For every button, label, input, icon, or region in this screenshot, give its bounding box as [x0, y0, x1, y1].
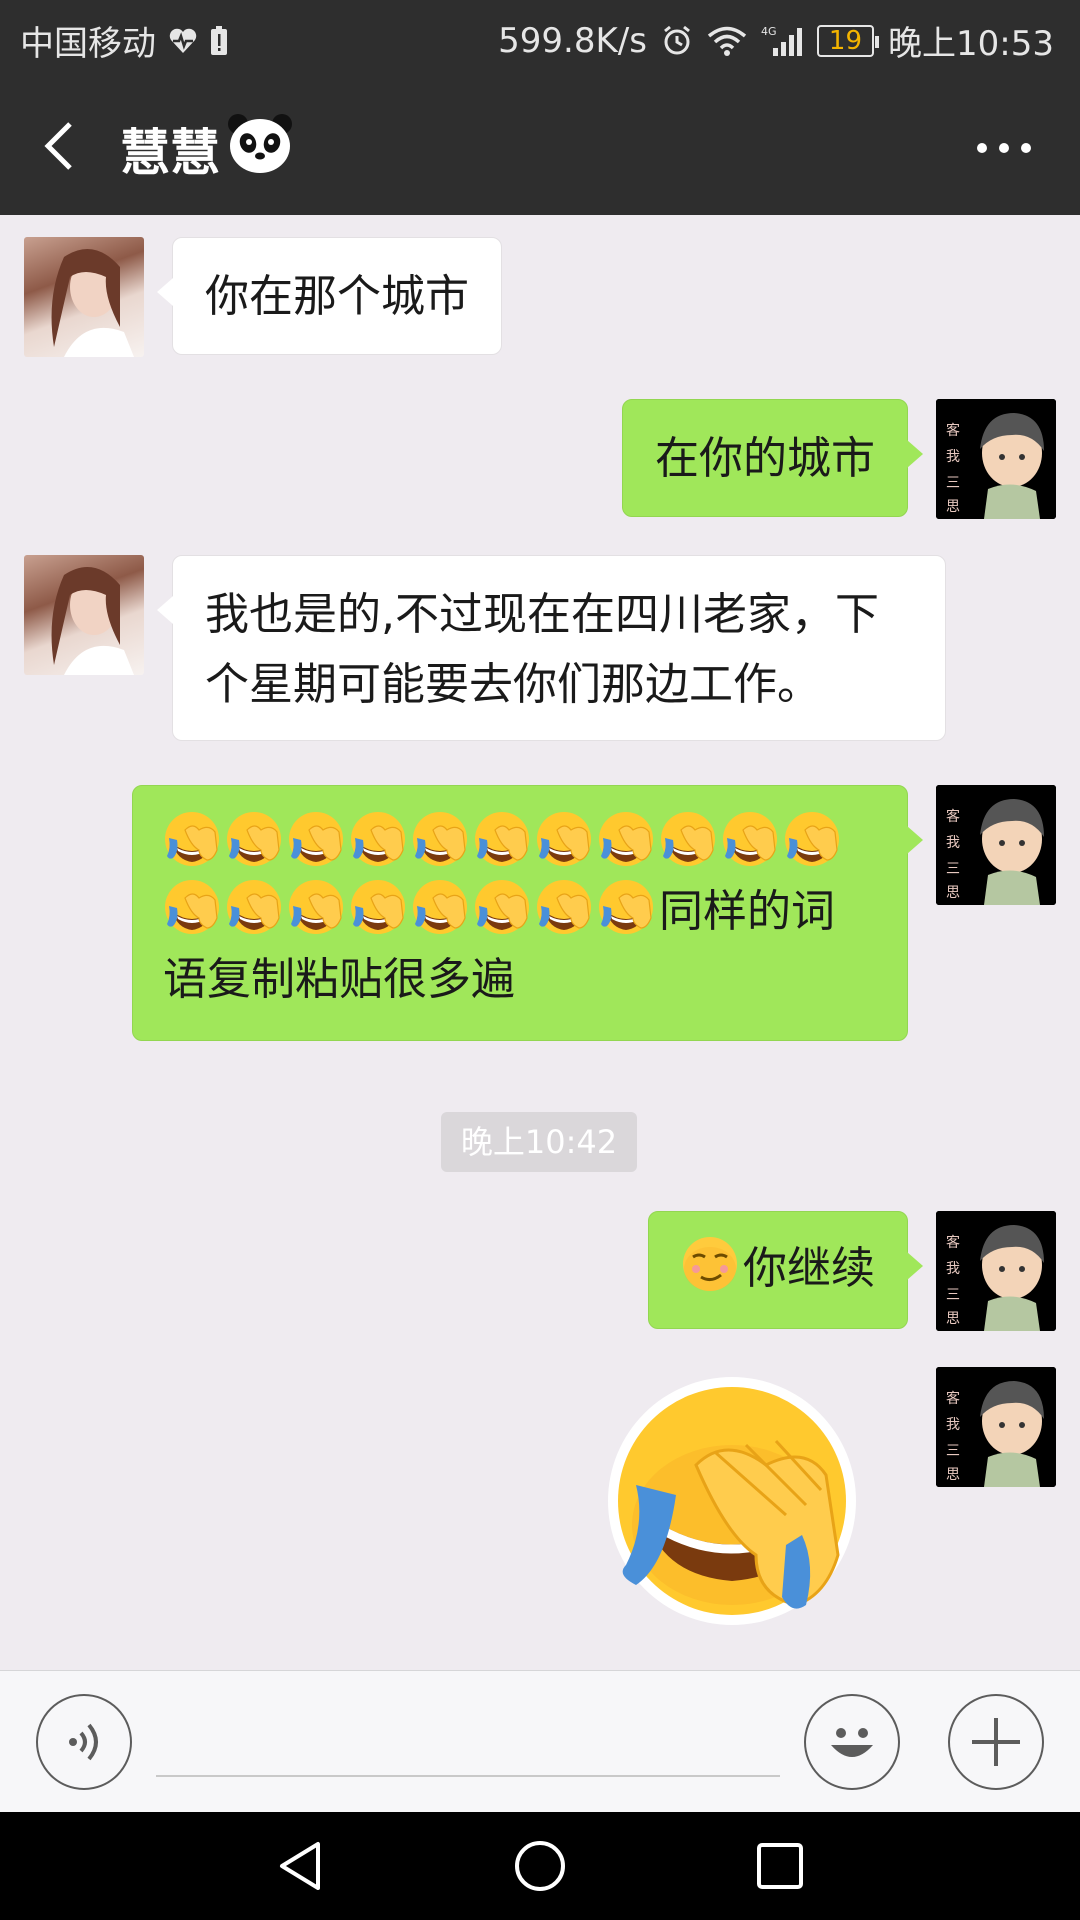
facepalm-laugh-icon: [597, 810, 655, 868]
facepalm-laugh-icon: [287, 810, 345, 868]
svg-text:4G: 4G: [761, 25, 777, 38]
nav-recent-icon: [757, 1843, 803, 1889]
voice-icon: [69, 1723, 98, 1761]
facepalm-laugh-icon: [597, 878, 655, 936]
facepalm-laugh-icon: [349, 810, 407, 868]
message-input[interactable]: [156, 1711, 780, 1777]
message-bubble-outgoing[interactable]: 你继续: [648, 1211, 923, 1329]
svg-text:思: 思: [946, 885, 960, 901]
svg-text:三: 三: [946, 1443, 960, 1459]
chat-header: 慧慧: [0, 76, 1080, 215]
message-bubble-outgoing[interactable]: 同样的词语复制粘贴很多遍: [132, 785, 923, 1041]
chat-messages[interactable]: 你在那个城市 在你的城市 客我三思 我也是的,不过现在在四川老家，下个星期可能要…: [0, 215, 1080, 1670]
facepalm-laugh-icon: [287, 878, 345, 936]
smiley-icon: [831, 1728, 873, 1757]
contact-avatar[interactable]: [24, 555, 144, 675]
facepalm-laugh-icon: [473, 878, 531, 936]
heart-rate-icon: [168, 27, 198, 55]
plus-icon: [972, 1718, 1020, 1766]
message-text: 在你的城市: [655, 433, 875, 484]
nav-home-button[interactable]: [510, 1836, 570, 1896]
wifi-icon: [707, 25, 747, 57]
plus-button[interactable]: [948, 1694, 1044, 1790]
nav-back-button[interactable]: [272, 1836, 332, 1896]
battery-level: 19: [816, 24, 880, 57]
message-timestamp: 晚上10:42: [441, 1112, 637, 1172]
facepalm-laugh-icon: [659, 810, 717, 868]
more-options-button[interactable]: [964, 120, 1044, 176]
facepalm-laugh-icon: [411, 878, 469, 936]
message-input-bar: [0, 1670, 1080, 1812]
facepalm-laugh-icon: [535, 810, 593, 868]
facepalm-laugh-icon: [225, 810, 283, 868]
svg-text:三: 三: [946, 475, 960, 491]
facepalm-laugh-icon: [473, 810, 531, 868]
facepalm-laugh-icon: [721, 810, 779, 868]
panda-icon: [226, 112, 294, 186]
smirk-icon: [681, 1235, 739, 1293]
clock: 晚上10:53: [888, 24, 1054, 64]
facepalm-laugh-icon: [163, 878, 221, 936]
facepalm-laugh-icon: [535, 878, 593, 936]
page-title: 慧慧: [120, 112, 294, 186]
carrier-name: 中国移动: [20, 24, 156, 64]
facepalm-laugh-icon: [411, 810, 469, 868]
more-dots-icon: [999, 143, 1009, 153]
facepalm-laugh-icon: [163, 810, 221, 868]
alarm-icon: [661, 25, 693, 57]
more-dots-icon: [977, 143, 987, 153]
facepalm-sticker-icon: [608, 1377, 856, 1625]
contact-name: 慧慧: [120, 124, 220, 182]
facepalm-laugh-icon: [783, 810, 841, 868]
message-text: 你在那个城市: [205, 271, 469, 322]
message-bubble-outgoing[interactable]: 在你的城市: [622, 399, 923, 517]
voice-button[interactable]: [36, 1694, 132, 1790]
contact-avatar[interactable]: [24, 237, 144, 357]
svg-text:三: 三: [946, 861, 960, 877]
svg-text:客: 客: [946, 808, 960, 825]
network-speed: 599.8K/s: [498, 20, 647, 61]
svg-text:思: 思: [946, 1467, 960, 1483]
svg-text:思: 思: [946, 1311, 960, 1327]
nav-back-icon: [280, 1842, 320, 1890]
emoji-button[interactable]: [804, 1694, 900, 1790]
my-avatar[interactable]: 客我三思: [936, 1211, 1056, 1331]
alert-battery-icon: [210, 25, 228, 56]
svg-text:客: 客: [946, 422, 960, 439]
svg-text:我: 我: [946, 1261, 960, 1277]
status-bar: 中国移动 599.8K/s 4G 19 晚上10:53: [0, 0, 1080, 76]
nav-recent-button[interactable]: [750, 1836, 810, 1896]
my-avatar[interactable]: 客我三思: [936, 1367, 1056, 1487]
svg-text:思: 思: [946, 499, 960, 515]
svg-text:我: 我: [946, 1417, 960, 1433]
facepalm-sticker[interactable]: [606, 1375, 858, 1627]
svg-text:客: 客: [946, 1234, 960, 1251]
chevron-left-icon: [44, 122, 72, 170]
my-avatar[interactable]: 客我三思: [936, 399, 1056, 519]
facepalm-laugh-icon: [349, 878, 407, 936]
svg-text:我: 我: [946, 449, 960, 465]
nav-home-icon: [515, 1841, 565, 1891]
message-bubble-incoming[interactable]: 你在那个城市: [157, 237, 502, 355]
svg-text:我: 我: [946, 835, 960, 851]
svg-text:三: 三: [946, 1287, 960, 1303]
more-dots-icon: [1021, 143, 1031, 153]
my-avatar[interactable]: 客我三思: [936, 785, 1056, 905]
back-button[interactable]: [28, 106, 108, 186]
message-text: 我也是的,不过现在在四川老家，下个星期可能要去你们那边工作。: [205, 589, 879, 710]
signal-icon: 4G: [761, 24, 803, 58]
message-text: 你继续: [743, 1243, 875, 1294]
message-bubble-incoming[interactable]: 我也是的,不过现在在四川老家，下个星期可能要去你们那边工作。: [157, 555, 946, 741]
svg-text:客: 客: [946, 1390, 960, 1407]
system-nav-bar: [0, 1812, 1080, 1920]
facepalm-laugh-icon: [225, 878, 283, 936]
